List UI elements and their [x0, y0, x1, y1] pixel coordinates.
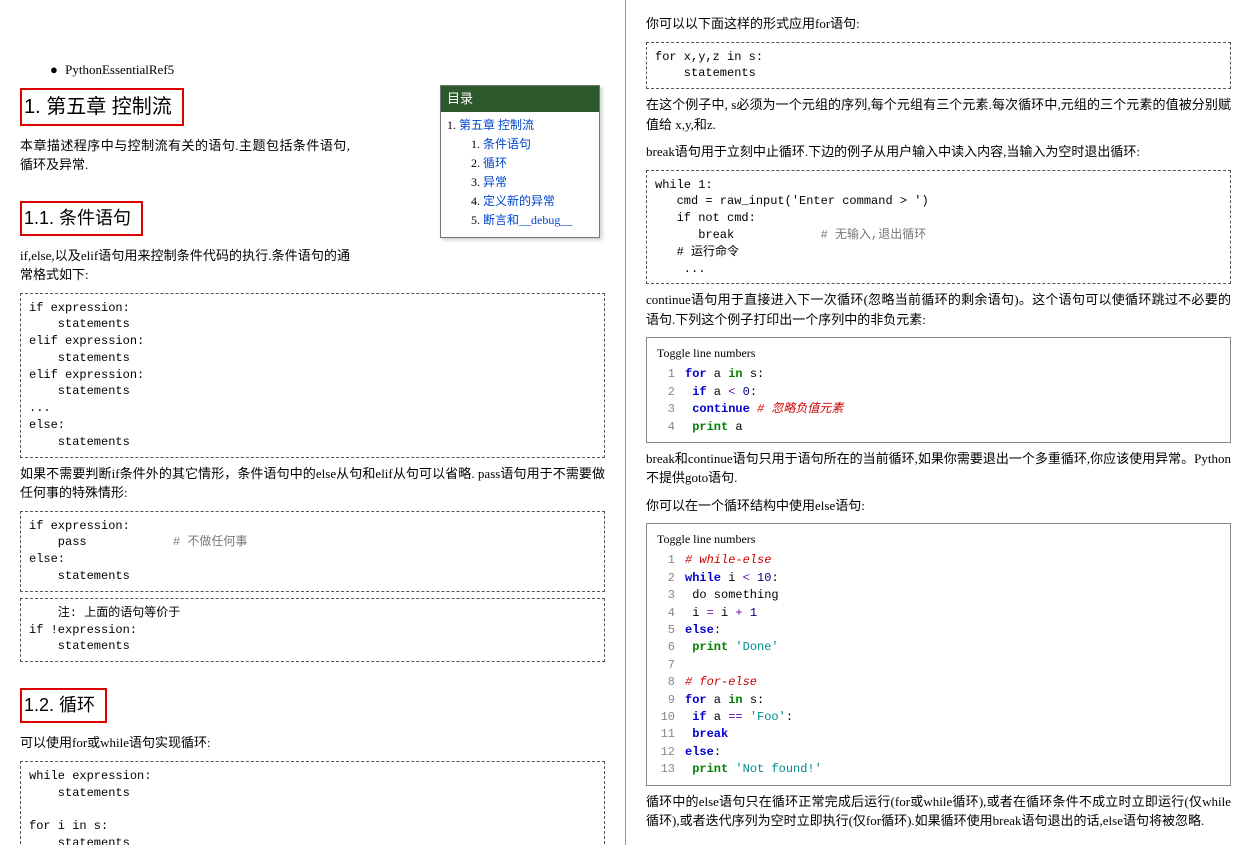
code-line: 11 break: [653, 726, 1224, 743]
line-number: 10: [653, 709, 675, 726]
code-loop-block: while expression: statements for i in s:…: [20, 761, 605, 845]
code-while-input: while 1: cmd = raw_input('Enter command …: [646, 170, 1231, 285]
code-for-xyz: for x,y,z in s: statements: [646, 42, 1231, 90]
page-right: 你可以以下面这样的形式应用for语句: for x,y,z in s: stat…: [625, 0, 1251, 845]
conditional-note: 如果不需要判断if条件外的其它情形，条件语句中的else从句和elif从句可以省…: [20, 464, 605, 503]
intro-paragraph: 本章描述程序中与控制流有关的语句.主题包括条件语句,循环及异常.: [20, 136, 350, 175]
comment-no-input: # 无输入,退出循环: [734, 228, 926, 242]
line-number: 2: [653, 570, 675, 587]
code-line: 1# while-else: [653, 552, 1224, 569]
break-paragraph: break语句用于立刻中止循环.下边的例子从用户输入中读入内容,当输入为空时退出…: [646, 142, 1231, 162]
code-line: 10 if a == 'Foo':: [653, 709, 1224, 726]
line-number: 5: [653, 622, 675, 639]
toc-item-loop[interactable]: 2. 循环: [471, 154, 593, 173]
line-number: 1: [653, 552, 675, 569]
toc-item-conditional[interactable]: 1. 条件语句: [471, 135, 593, 154]
code-line: 12else:: [653, 744, 1224, 761]
toc-box: 目录 1. 第五章 控制流 1. 条件语句 2. 循环 3. 异常 4. 定义新…: [440, 85, 600, 238]
final-else-paragraph: 循环中的else语句只在循环正常完成后运行(for或while循环),或者在循环…: [646, 792, 1231, 831]
toc-item-exception[interactable]: 3. 异常: [471, 173, 593, 192]
line-number: 4: [653, 605, 675, 622]
bullet-icon: ●: [50, 60, 58, 80]
code-line: 4 print a: [653, 419, 1224, 436]
line-number: 4: [653, 419, 675, 436]
line-number: 3: [653, 401, 675, 418]
breadcrumb: ● PythonEssentialRef5: [50, 60, 605, 80]
toc-body: 1. 第五章 控制流 1. 条件语句 2. 循环 3. 异常 4. 定义新的异常…: [441, 112, 599, 237]
heading-ch5: 1. 第五章 控制流: [20, 88, 184, 126]
line-number: 3: [653, 587, 675, 604]
code-pass-block: if expression: pass # 不做任何事 else: statem…: [20, 511, 605, 592]
toggle-line-numbers-2[interactable]: Toggle line numbers: [653, 528, 1224, 550]
continue-paragraph: continue语句用于直接进入下一次循环(忽略当前循环的剩余语句)。这个语句可…: [646, 290, 1231, 329]
comment-nothing: # 不做任何事: [87, 535, 248, 549]
code-equiv-block: 注: 上面的语句等价于 if !expression: statements: [20, 598, 605, 662]
line-number: 13: [653, 761, 675, 778]
line-number: 11: [653, 726, 675, 743]
line-number: 9: [653, 692, 675, 709]
code-if-block: if expression: statements elif expressio…: [20, 293, 605, 458]
code-line: 2while i < 10:: [653, 570, 1224, 587]
conditional-intro: if,else,以及elif语句用来控制条件代码的执行.条件语句的通常格式如下:: [20, 246, 350, 285]
loop-intro: 可以使用for或while语句实现循环:: [20, 733, 605, 753]
code-line: 13 print 'Not found!': [653, 761, 1224, 778]
for-intro: 你可以以下面这样的形式应用for语句:: [646, 14, 1231, 34]
line-number: 8: [653, 674, 675, 691]
line-number: 1: [653, 366, 675, 383]
code-line: 8# for-else: [653, 674, 1224, 691]
code-line: 3 continue # 忽略负值元素: [653, 401, 1224, 418]
tuple-paragraph: 在这个例子中, s必须为一个元组的序列,每个元组有三个元素.每次循环中,元组的三…: [646, 95, 1231, 134]
code-line: 3 do something: [653, 587, 1224, 604]
code-line: 6 print 'Done': [653, 639, 1224, 656]
code-line: 7: [653, 657, 1224, 674]
toc-title: 目录: [441, 86, 599, 112]
line-number: 7: [653, 657, 675, 674]
code-line: 9for a in s:: [653, 692, 1224, 709]
breadcrumb-text: PythonEssentialRef5: [65, 62, 174, 77]
code-line: 2 if a < 0:: [653, 384, 1224, 401]
page-left: ● PythonEssentialRef5 目录 1. 第五章 控制流 1. 条…: [0, 0, 625, 845]
break-continue-paragraph: break和continue语句只用于语句所在的当前循环,如果你需要退出一个多重…: [646, 449, 1231, 488]
line-number: 6: [653, 639, 675, 656]
code-line: 5else:: [653, 622, 1224, 639]
code-continue-block: Toggle line numbers 1for a in s:2 if a <…: [646, 337, 1231, 443]
toc-item-assert[interactable]: 5. 断言和__debug__: [471, 211, 593, 230]
toc-item-ch5[interactable]: 1. 第五章 控制流: [447, 116, 593, 135]
code-else-block: Toggle line numbers 1# while-else2while …: [646, 523, 1231, 785]
heading-loop: 1.2. 循环: [20, 688, 107, 723]
line-number: 12: [653, 744, 675, 761]
code-line: 4 i = i + 1: [653, 605, 1224, 622]
toggle-line-numbers[interactable]: Toggle line numbers: [653, 342, 1224, 364]
code-line: 1for a in s:: [653, 366, 1224, 383]
toc-item-define-exception[interactable]: 4. 定义新的异常: [471, 192, 593, 211]
line-number: 2: [653, 384, 675, 401]
heading-conditional: 1.1. 条件语句: [20, 201, 143, 236]
else-loop-paragraph: 你可以在一个循环结构中使用else语句:: [646, 496, 1231, 516]
